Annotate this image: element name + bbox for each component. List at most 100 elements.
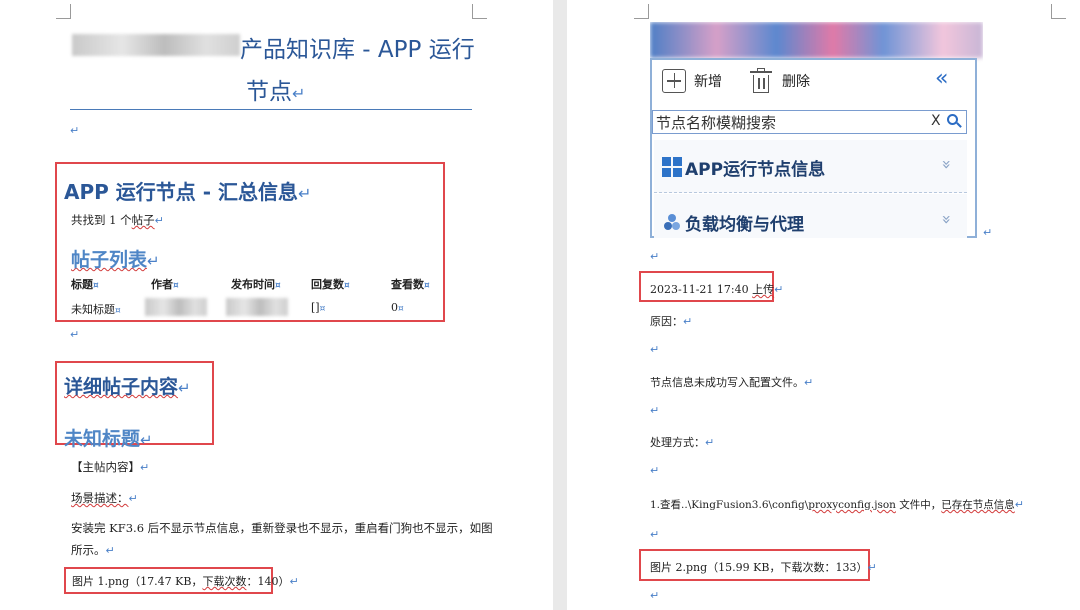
paragraph-mark: ↵ xyxy=(70,328,80,341)
header-text: 标题 xyxy=(71,278,93,291)
grid-cell xyxy=(673,157,682,166)
description-line1: 安装完 KF3.6 后不显示节点信息，重新登录也不显示，重启看门狗也不显示，如图 xyxy=(71,521,493,535)
clear-search-button[interactable]: X xyxy=(931,113,941,129)
accordion-row-label: APP运行节点信息 xyxy=(685,160,826,180)
trash-body xyxy=(753,75,769,93)
paragraph-mark: ↵ xyxy=(983,226,993,239)
image-note-text: ：140） xyxy=(246,575,290,588)
image-note-text: 图片 2.png（15.99 KB，下载次数：133） xyxy=(650,561,868,574)
label-text: 原因： xyxy=(650,315,683,328)
node-search-input[interactable]: 节点名称模糊搜索 xyxy=(656,112,776,133)
grid-cell xyxy=(673,168,682,177)
header-text: 发布时间 xyxy=(231,278,275,291)
paragraph-mark: ↵ xyxy=(804,376,814,389)
add-button[interactable]: 新增 xyxy=(694,71,722,91)
delete-button[interactable]: 删除 xyxy=(782,71,810,91)
table-header-replies: 回复数¤ xyxy=(311,276,350,292)
trash-lid xyxy=(750,71,772,73)
trash-handle xyxy=(757,68,765,71)
post-list-heading: 帖子列表↵ xyxy=(71,245,160,272)
paragraph-mark: ↵ xyxy=(650,250,660,263)
redacted-author xyxy=(145,298,207,316)
timestamp-text: 上传 xyxy=(752,283,775,296)
paragraph-mark: ↵ xyxy=(650,343,660,356)
search-box: 节点名称模糊搜索 X xyxy=(652,110,967,134)
reason-text: 节点信息未成功写入配置文件。↵ xyxy=(650,374,813,390)
paragraph-mark: ↵ xyxy=(650,404,660,417)
upload-timestamp: 2023-11-21 17:40 上传↵ xyxy=(650,281,783,297)
grid-cell xyxy=(662,157,671,166)
paragraph-mark: ↵ xyxy=(140,461,150,474)
reason-label: 原因：↵ xyxy=(650,313,692,329)
cell-mark: ¤ xyxy=(173,281,179,291)
network-node xyxy=(668,214,676,222)
cell-mark: ¤ xyxy=(344,281,350,291)
table-cell-title: 未知标题¤ xyxy=(71,301,121,317)
node-panel: 新增 删除 « 节点名称模糊搜索 X APP运行节点信息 » 负载均衡与代理 » xyxy=(650,58,977,238)
search-icon-handle xyxy=(956,122,962,128)
paragraph-mark: ↵ xyxy=(140,431,153,449)
trash-line xyxy=(763,78,765,89)
paragraph-mark: ↵ xyxy=(128,492,138,505)
network-icon xyxy=(664,214,680,230)
network-node xyxy=(664,222,672,230)
table-header-views: 查看数¤ xyxy=(391,276,430,292)
chevron-down-icon[interactable]: » xyxy=(937,160,956,170)
trash-line xyxy=(758,78,760,89)
add-icon-v xyxy=(673,73,675,88)
heading-text: 详细帖子内容 xyxy=(64,376,179,398)
cell-mark: ¤ xyxy=(275,281,281,291)
heading-text: 未知标题 xyxy=(64,428,141,450)
detail-heading: 详细帖子内容↵ xyxy=(64,372,191,399)
chevron-down-icon[interactable]: » xyxy=(937,215,956,225)
cell-mark: ¤ xyxy=(319,304,326,314)
redacted-header xyxy=(650,22,983,58)
paragraph-mark: ↵ xyxy=(70,124,80,137)
table-header-author: 作者¤ xyxy=(151,276,179,292)
image-attachment-2: 图片 2.png（15.99 KB，下载次数：133）↵ xyxy=(650,559,877,575)
timestamp-text: 2023-11-21 17:40 xyxy=(650,283,753,296)
grid-icon xyxy=(662,157,682,177)
cell-mark: ¤ xyxy=(93,281,99,291)
page-corner-mark xyxy=(1051,4,1066,19)
label-text: 【主帖内容】 xyxy=(71,460,140,474)
paragraph-mark: ↵ xyxy=(178,379,191,397)
accordion-row-load-balance[interactable]: 负载均衡与代理 » xyxy=(654,194,967,238)
header-text: 查看数 xyxy=(391,278,424,291)
paragraph-mark: ↵ xyxy=(1014,498,1024,511)
table-cell-views: 0¤ xyxy=(391,301,404,314)
desc-text: 所示。 xyxy=(71,543,106,557)
cell-mark: ¤ xyxy=(115,306,121,316)
heading-text: APP 运行节点 - 汇总信息 xyxy=(64,180,298,204)
paragraph-mark: ↵ xyxy=(650,464,660,477)
paragraph-mark: ↵ xyxy=(650,528,660,541)
step-text: 已存在节点信息 xyxy=(941,499,1015,511)
found-text-part: 共找到 xyxy=(71,213,106,227)
grid-cell xyxy=(662,168,671,177)
doc-title-line2: 节点↵ xyxy=(246,72,305,106)
accordion-row-label: 负载均衡与代理 xyxy=(685,215,804,235)
cell-mark: ¤ xyxy=(424,281,430,291)
label-text: 处理方式： xyxy=(650,436,705,449)
network-node xyxy=(672,222,680,230)
title-underline xyxy=(70,109,472,110)
redacted-title-prefix xyxy=(72,34,240,56)
page-corner-mark xyxy=(634,4,649,19)
accordion-row-app-nodes[interactable]: APP运行节点信息 » xyxy=(654,140,967,193)
found-text-part: 个 xyxy=(120,213,132,227)
header-text: 回复数 xyxy=(311,278,344,291)
step-text: 1.查看..\KingFusion3.6\config\ xyxy=(650,499,809,511)
description-line2: 所示。↵ xyxy=(71,542,115,558)
table-header-title: 标题¤ xyxy=(71,276,99,292)
table-cell-replies: []¤ xyxy=(311,301,325,314)
document-page-right: 新增 删除 « 节点名称模糊搜索 X APP运行节点信息 » 负载均衡与代理 »… xyxy=(567,0,1080,610)
method-label: 处理方式：↵ xyxy=(650,434,714,450)
embedded-ui-screenshot: 新增 删除 « 节点名称模糊搜索 X APP运行节点信息 » 负载均衡与代理 » xyxy=(650,22,983,238)
redacted-time xyxy=(226,298,288,316)
collapse-panel-icon[interactable]: « xyxy=(935,66,948,91)
paragraph-mark: ↵ xyxy=(774,283,784,296)
step-text: proxyconfig.json xyxy=(808,499,896,511)
doc-title-line2-text: 节点 xyxy=(246,79,292,105)
paragraph-mark: ↵ xyxy=(650,589,660,602)
paragraph-mark: ↵ xyxy=(105,544,115,557)
